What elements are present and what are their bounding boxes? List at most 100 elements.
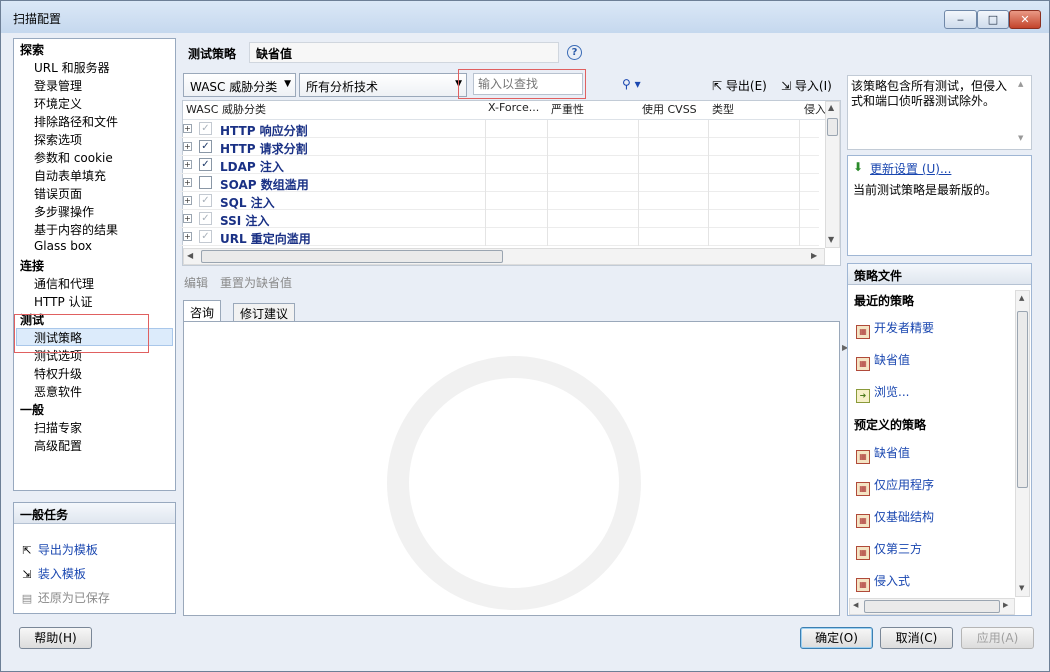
ok-button[interactable]: 确定(O)	[800, 627, 873, 649]
nav-item[interactable]: 高级配置	[34, 437, 82, 454]
revert-saved-task[interactable]: ▤ 还原为已保存	[20, 589, 110, 606]
predefined-policy-item[interactable]: ▦ 侵入式	[856, 572, 910, 592]
row-label: HTTP 请求分割	[220, 142, 308, 156]
nav-item[interactable]: 特权升级	[34, 365, 82, 382]
hscroll-thumb[interactable]	[201, 250, 503, 263]
nav-item[interactable]: 扫描专家	[34, 419, 82, 436]
grid-vscrollbar[interactable]: ▲ ▼	[825, 101, 840, 248]
help-button[interactable]: 帮助(H)	[19, 627, 92, 649]
row-checkbox[interactable]: ✓	[199, 230, 212, 243]
nav-item[interactable]: 参数和 cookie	[34, 149, 113, 166]
maximize-button[interactable]: □	[977, 10, 1009, 29]
policy-hscrollbar[interactable]: ◀ ▶	[849, 598, 1015, 615]
table-row[interactable]: + ✓ HTTP 请求分割	[179, 138, 819, 156]
expand-icon[interactable]: +	[183, 142, 192, 151]
policy-file-icon: ▦	[856, 357, 870, 371]
row-checkbox[interactable]: ✓	[199, 158, 212, 171]
export-template-task[interactable]: ⇱ 导出为模板	[20, 541, 97, 558]
table-row[interactable]: + ✓ SQL 注入	[179, 192, 819, 210]
nav-item[interactable]: 通信和代理	[34, 275, 94, 292]
scroll-thumb[interactable]	[827, 118, 838, 136]
import-button[interactable]: ⇲ 导入(I)	[781, 77, 832, 94]
expand-icon[interactable]: +	[183, 196, 192, 205]
recent-policy-item[interactable]: ▦ 开发者精要	[856, 319, 934, 339]
help-icon[interactable]: ?	[567, 45, 582, 60]
group-by-combo[interactable]: WASC 威胁分类 ▼	[183, 73, 296, 97]
minimize-button[interactable]: ‒	[944, 10, 977, 29]
predefined-policy-item[interactable]: ▦ 仅第三方	[856, 540, 922, 560]
predefined-policies-label: 预定义的策略	[854, 418, 927, 432]
reset-default-action[interactable]: 重置为缺省值	[220, 274, 292, 291]
tab-fix-recommendation[interactable]: 修订建议	[233, 303, 296, 322]
tasks-title: 一般任务	[14, 503, 175, 524]
scroll-right-icon: ▶	[811, 251, 818, 260]
policy-name-field: 缺省值	[249, 42, 559, 63]
predefined-policy-item[interactable]: ▦ 缺省值	[856, 444, 910, 464]
browse-policy-item[interactable]: ➜ 浏览...	[856, 383, 909, 403]
row-label: SSI 注入	[220, 214, 270, 228]
nav-item[interactable]: 错误页面	[34, 185, 82, 202]
maximize-icon: □	[987, 13, 999, 26]
row-checkbox[interactable]: ✓	[199, 212, 212, 225]
technique-combo[interactable]: 所有分析技术 ▼	[299, 73, 467, 97]
expand-icon[interactable]: +	[183, 178, 192, 187]
col-header-xforce[interactable]: X-Force...	[488, 101, 546, 119]
nav-item[interactable]: 登录管理	[34, 77, 82, 94]
nav-section-header: 连接	[20, 259, 45, 273]
nav-item[interactable]: 探索选项	[34, 131, 82, 148]
watermark-logo	[387, 356, 641, 610]
row-label: LDAP 注入	[220, 160, 284, 174]
row-checkbox[interactable]: ✓	[199, 122, 212, 135]
nav-item[interactable]: 自动表单填充	[34, 167, 106, 184]
recent-policy-item[interactable]: ▦ 缺省值	[856, 351, 910, 371]
expand-icon[interactable]: +	[183, 214, 192, 223]
grid-hscrollbar[interactable]: ◀ ▶	[183, 248, 825, 265]
predefined-policy-item[interactable]: ▦ 仅应用程序	[856, 476, 934, 496]
search-icon[interactable]: ⚲ ▾	[622, 77, 641, 91]
load-template-task[interactable]: ⇲ 装入模板	[20, 565, 85, 582]
scroll-down-icon: ▼	[828, 235, 835, 244]
table-row[interactable]: + ✓ URL 重定向滥用	[179, 228, 819, 246]
tab-advisory[interactable]: 咨询	[183, 300, 222, 323]
row-checkbox[interactable]: ✓	[199, 140, 212, 153]
scroll-thumb[interactable]	[1017, 311, 1028, 488]
hscroll-thumb[interactable]	[864, 600, 1000, 613]
edit-action[interactable]: 编辑	[184, 274, 208, 291]
search-highlight-box	[458, 69, 586, 99]
nav-item[interactable]: Glass box	[34, 239, 92, 253]
policy-file-icon: ▦	[856, 514, 870, 528]
table-row[interactable]: + ✓ HTTP 响应分割	[179, 120, 819, 138]
predefined-policy-item[interactable]: ▦ 仅基础结构	[856, 508, 934, 528]
nav-item[interactable]: 基于内容的结果	[34, 221, 118, 238]
col-header-cvss[interactable]: 使用 CVSS	[642, 101, 707, 119]
description-panel: 该策略包含所有测试，但侵入式和端口侦听器测试除外。 ▲ ▼	[847, 75, 1032, 150]
col-header-type[interactable]: 类型	[712, 101, 797, 119]
close-button[interactable]: ✕	[1009, 10, 1041, 29]
table-row[interactable]: + ✓ SSI 注入	[179, 210, 819, 228]
update-settings-link[interactable]: 更新设置 (U)...	[870, 160, 951, 177]
expand-icon[interactable]: +	[183, 232, 192, 241]
apply-button[interactable]: 应用(A)	[961, 627, 1034, 649]
policy-vscrollbar[interactable]: ▲ ▼	[1015, 290, 1030, 597]
nav-item[interactable]: 环境定义	[34, 95, 82, 112]
row-checkbox[interactable]	[199, 176, 212, 189]
nav-item[interactable]: 恶意软件	[34, 383, 82, 400]
nav-item[interactable]: 排除路径和文件	[34, 113, 118, 130]
col-header-wasc[interactable]: WASC 威胁分类	[186, 101, 486, 119]
col-header-severity[interactable]: 严重性	[551, 101, 636, 119]
nav-item[interactable]: URL 和服务器	[34, 59, 110, 76]
export-icon: ⇱	[22, 544, 32, 557]
recent-policies-label: 最近的策略	[854, 294, 915, 308]
policy-file-icon: ▦	[856, 450, 870, 464]
tasks-panel: 一般任务 ⇱ 导出为模板 ⇲ 装入模板 ▤ 还原为已保存	[13, 502, 176, 614]
nav-item[interactable]: 多步骤操作	[34, 203, 94, 220]
table-row[interactable]: + SOAP 数组滥用	[179, 174, 819, 192]
cancel-button[interactable]: 取消(C)	[880, 627, 953, 649]
scroll-right-icon: ▶	[1003, 601, 1009, 609]
row-checkbox[interactable]: ✓	[199, 194, 212, 207]
expand-icon[interactable]: +	[183, 160, 192, 169]
expand-icon[interactable]: +	[183, 124, 192, 133]
table-row[interactable]: + ✓ LDAP 注入	[179, 156, 819, 174]
export-button[interactable]: ⇱ 导出(E)	[712, 77, 767, 94]
nav-item[interactable]: HTTP 认证	[34, 293, 93, 310]
